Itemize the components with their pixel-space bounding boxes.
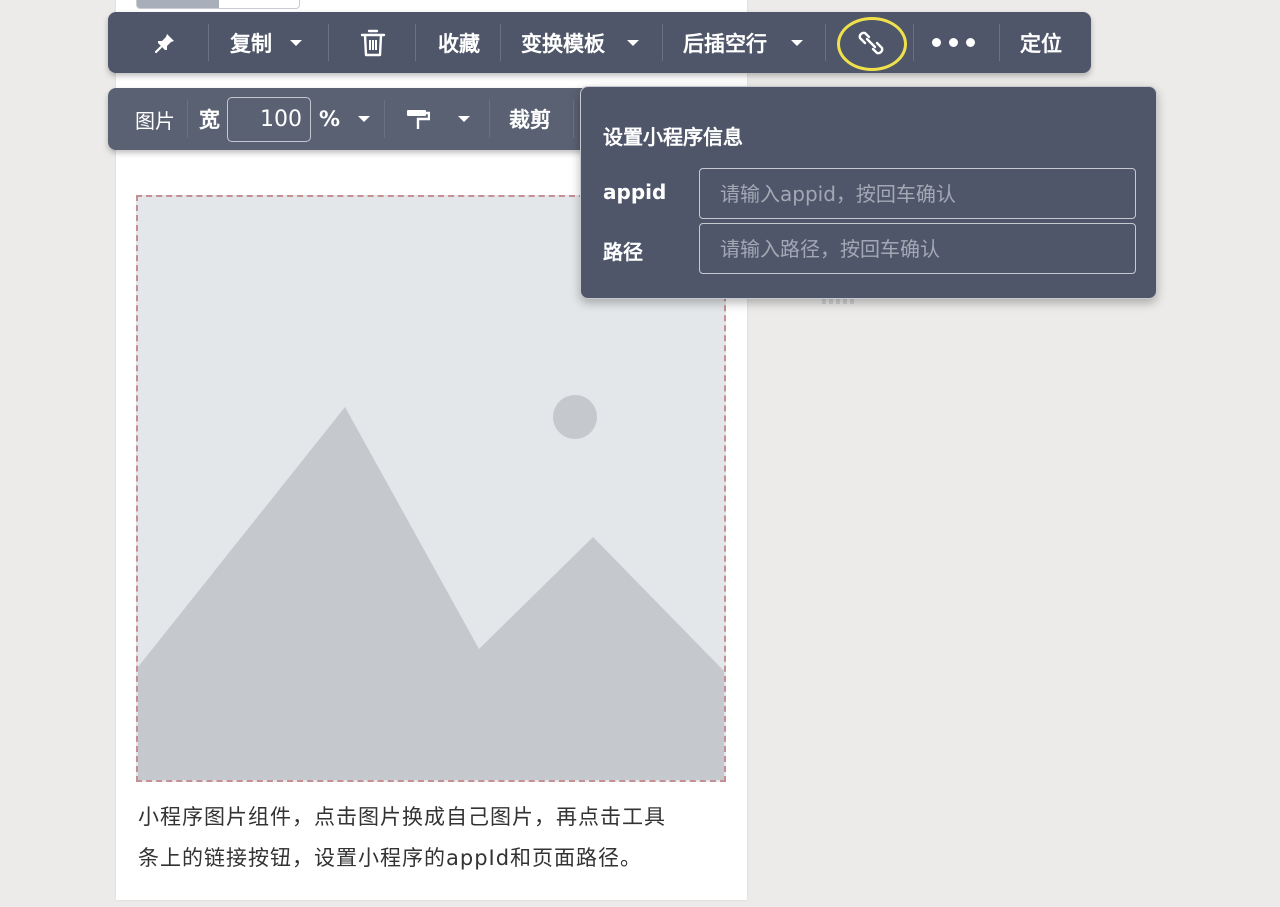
paint-roller-icon[interactable]	[406, 107, 430, 131]
trash-icon[interactable]	[360, 28, 386, 58]
separator	[500, 24, 501, 61]
locate-button[interactable]: 定位	[1020, 12, 1062, 73]
caption-line-2: 条上的链接按钮，设置小程序的appId和页面路径。	[138, 846, 643, 870]
locate-label: 定位	[1020, 31, 1062, 56]
insert-label: 后插空行	[683, 31, 767, 56]
crop-button[interactable]: 裁剪	[509, 88, 551, 150]
favorite-button[interactable]: 收藏	[438, 12, 480, 73]
caption-line-1: 小程序图片组件，点击图片换成自己图片，再点击工具	[138, 805, 666, 829]
separator	[999, 24, 1000, 61]
delete-button[interactable]	[360, 12, 386, 73]
unit-dropdown[interactable]: %	[319, 88, 371, 150]
width-label: 宽	[199, 88, 220, 150]
pin-icon[interactable]	[154, 12, 176, 73]
separator	[662, 24, 663, 61]
width-label-text: 宽	[199, 108, 220, 132]
caption-text: 小程序图片组件，点击图片换成自己图片，再点击工具 条上的链接按钮，设置小程序的a…	[138, 797, 738, 879]
separator	[913, 24, 914, 61]
popover-title: 设置小程序信息	[603, 125, 743, 149]
chevron-down-icon[interactable]	[358, 116, 371, 122]
template-button[interactable]: 变换模板	[521, 12, 639, 73]
template-label: 变换模板	[521, 31, 605, 56]
chevron-down-icon[interactable]	[290, 39, 302, 46]
favorite-label: 收藏	[438, 31, 480, 56]
image-label: 图片	[135, 88, 175, 150]
separator	[825, 24, 826, 61]
miniprogram-settings-popover: 设置小程序信息 appid 路径	[580, 86, 1157, 299]
path-input[interactable]	[699, 223, 1136, 274]
separator	[187, 100, 188, 138]
separator	[489, 100, 490, 138]
chevron-down-icon[interactable]	[791, 39, 803, 46]
separator	[573, 100, 574, 138]
unit-label: %	[319, 107, 341, 131]
link-icon[interactable]	[856, 28, 886, 58]
format-brush-button[interactable]	[406, 88, 470, 150]
insert-line-button[interactable]: 后插空行	[683, 12, 803, 73]
separator	[328, 24, 329, 61]
chevron-down-icon[interactable]	[627, 39, 639, 46]
crop-label: 裁剪	[509, 108, 551, 132]
width-input[interactable]	[227, 97, 311, 142]
appid-input[interactable]	[699, 168, 1136, 219]
appid-label: appid	[603, 180, 667, 204]
link-button[interactable]	[856, 12, 886, 73]
separator	[208, 24, 209, 61]
more-button[interactable]	[932, 12, 975, 73]
top-tab-active[interactable]	[137, 0, 219, 8]
copy-button[interactable]: 复制	[230, 12, 302, 73]
chevron-down-icon[interactable]	[458, 116, 470, 122]
image-label-text: 图片	[135, 108, 175, 133]
top-tab-switch[interactable]	[136, 0, 300, 9]
more-dots-icon[interactable]	[932, 38, 975, 47]
separator	[415, 24, 416, 61]
path-label: 路径	[603, 240, 643, 264]
copy-label: 复制	[230, 31, 272, 56]
main-toolbar: 复制 收藏 变换模板 后插空行 定位	[108, 12, 1091, 73]
separator	[384, 100, 385, 138]
